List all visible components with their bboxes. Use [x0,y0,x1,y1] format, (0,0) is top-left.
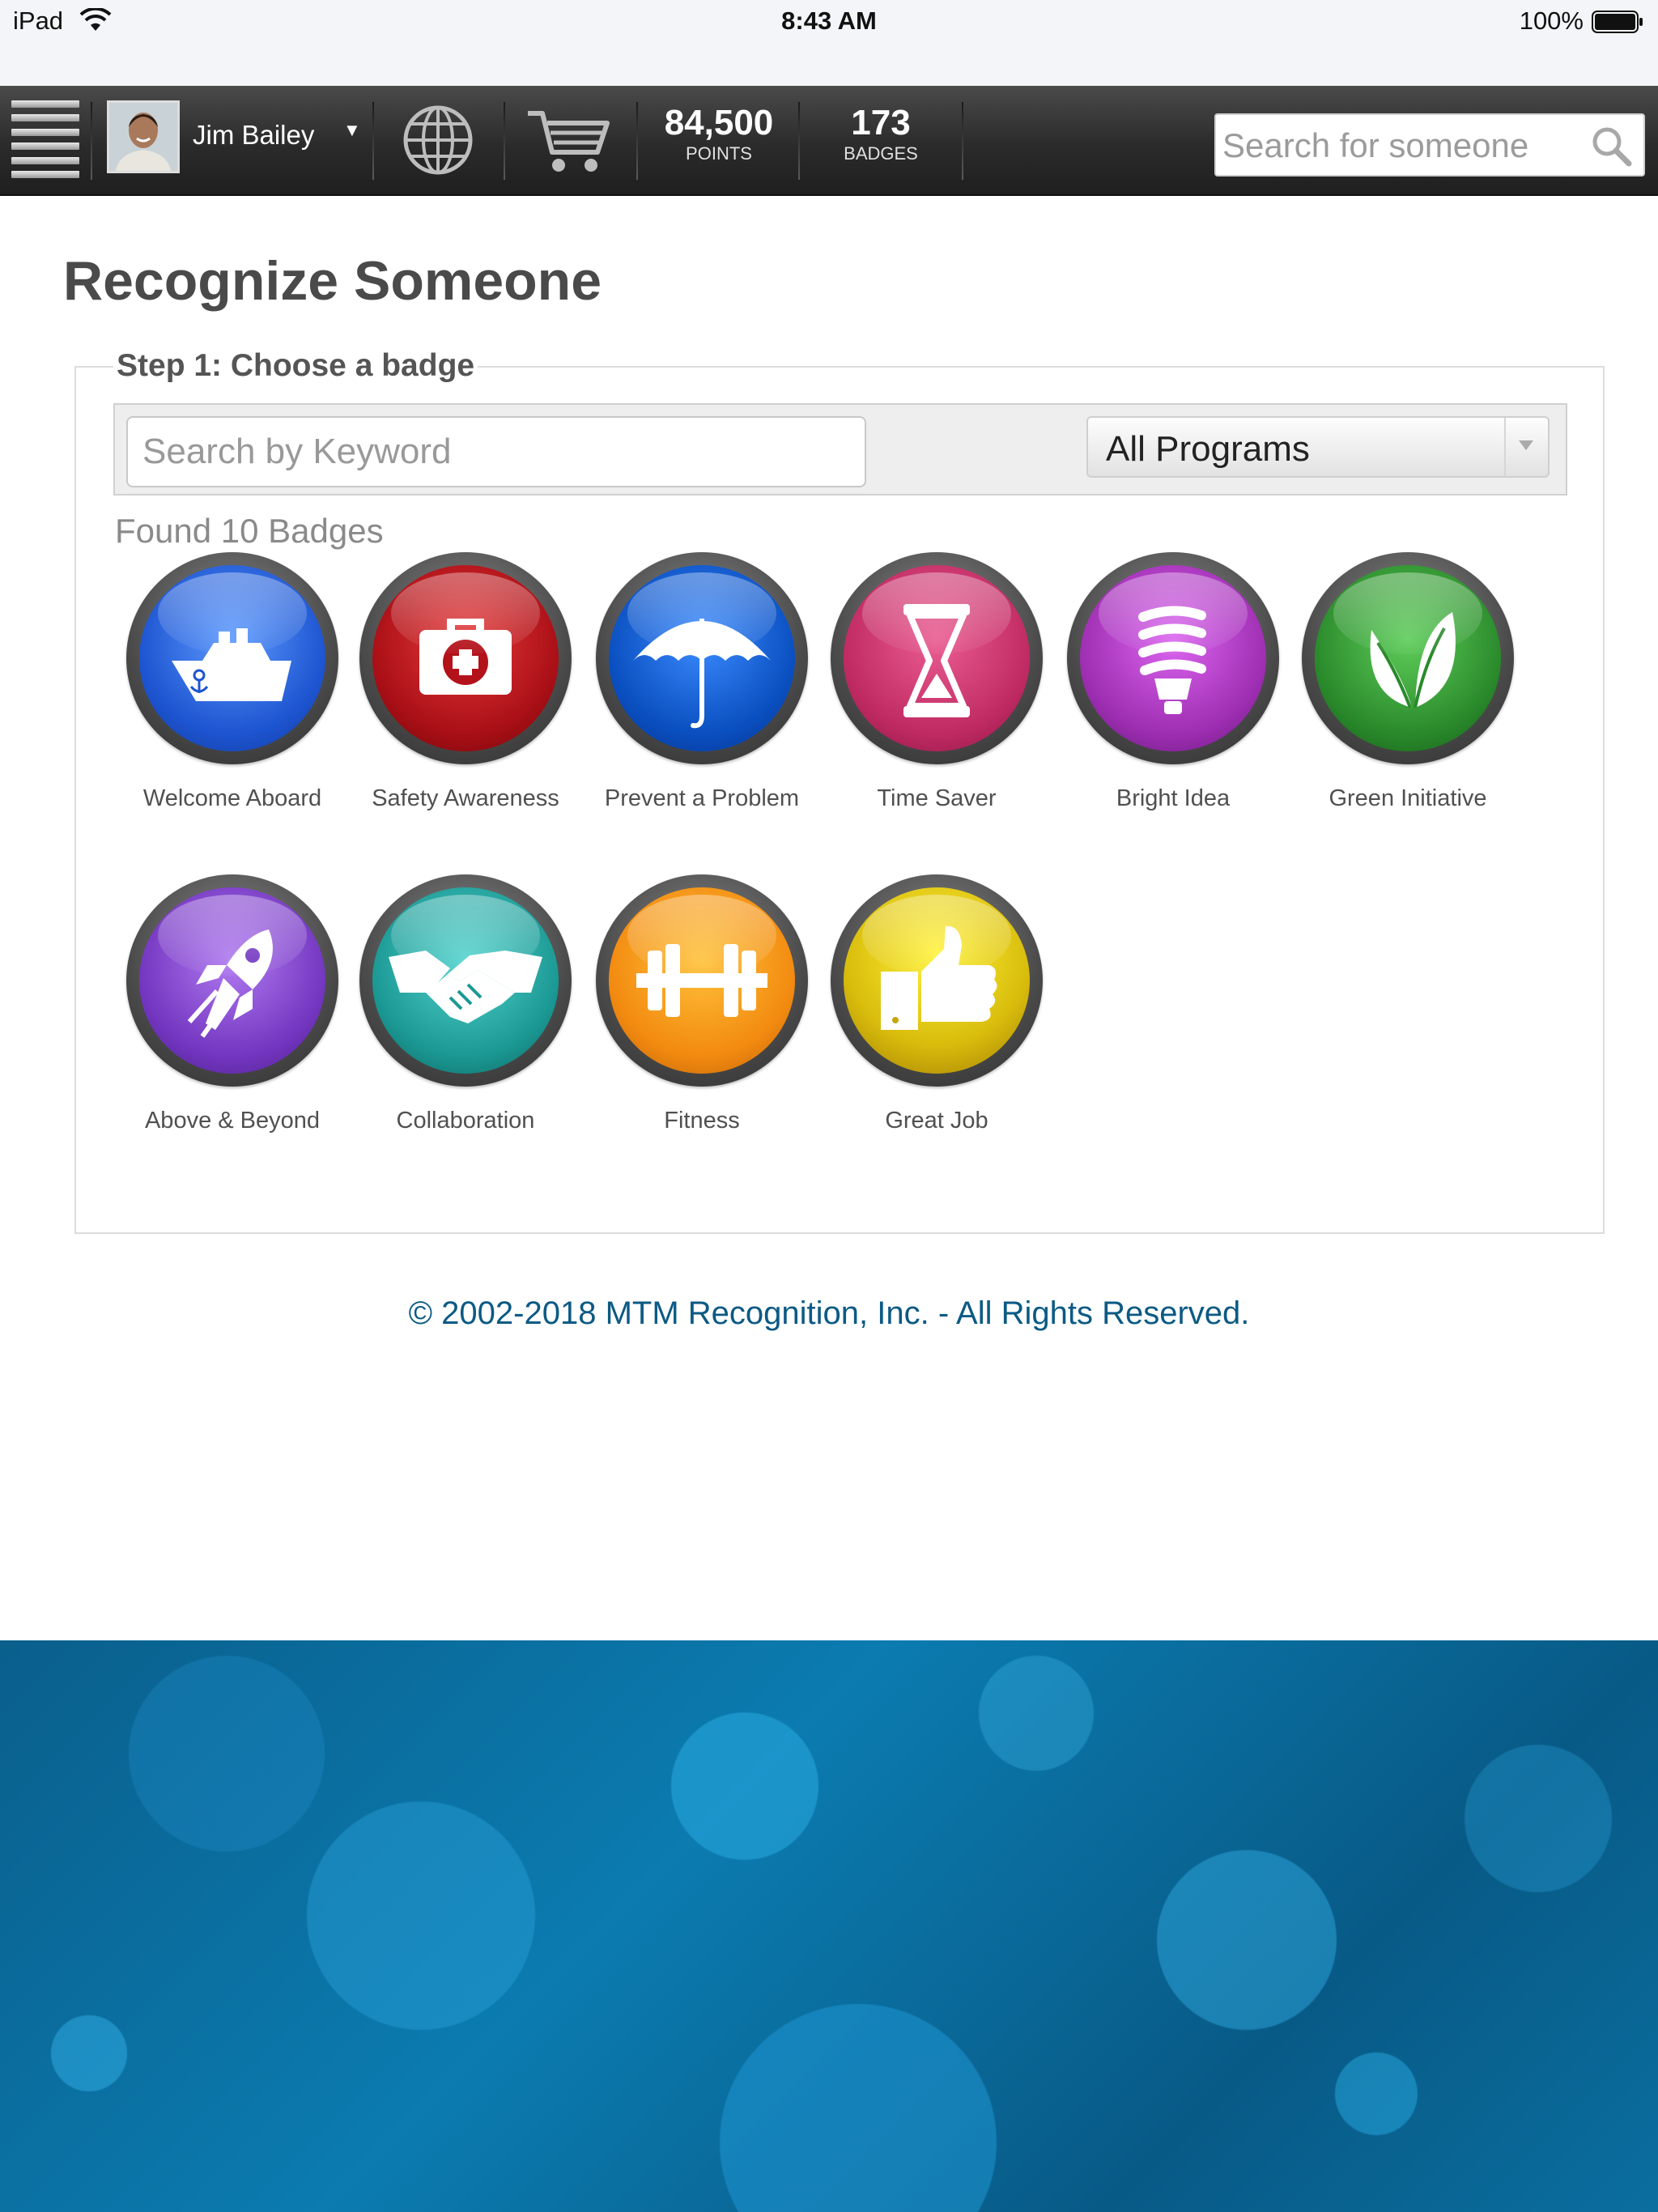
badge-name: Bright Idea [1116,785,1231,811]
badge-chooser: Step 1: Choose a badge All Programs Foun… [74,348,1605,1234]
handshake-icon [389,951,542,1023]
badge-above-and-beyond[interactable]: Above & Beyond [115,874,350,1134]
step-legend: Step 1: Choose a badge [113,348,478,384]
badge-name: Collaboration [396,1108,535,1134]
avatar [107,100,180,173]
badges-label: BADGES [844,143,918,164]
rocket-icon [187,929,273,1038]
badge-collaboration[interactable]: Collaboration [348,874,583,1134]
menu-icon[interactable] [11,100,79,178]
points-label: POINTS [686,143,752,164]
program-select[interactable]: All Programs [1086,416,1550,478]
badge-name: Fitness [664,1108,740,1134]
people-search-input[interactable] [1221,120,1580,172]
globe-icon[interactable] [402,104,474,177]
divider [962,102,963,180]
program-select-value: All Programs [1106,429,1310,469]
dropdown-arrow [1504,418,1548,476]
badge-name: Safety Awareness [372,785,559,811]
points-counter[interactable]: 84,500 POINTS [648,104,790,165]
badge-name: Great Job [885,1108,988,1134]
caret-down-icon: ▼ [343,120,361,140]
copyright-text: © 2002-2018 MTM Recognition, Inc. - All … [408,1295,1250,1331]
search-icon[interactable] [1590,125,1632,167]
badge-safety-awareness[interactable]: Safety Awareness [348,552,583,812]
badge-prevent-a-problem[interactable]: Prevent a Problem [585,552,819,812]
battery-percent: 100% [1519,6,1584,35]
battery-icon [1592,11,1643,33]
divider [798,102,800,180]
keyword-search-input[interactable] [126,416,866,487]
hourglass-icon [903,604,970,717]
points-value: 84,500 [664,103,774,143]
shopping-cart-icon[interactable] [526,107,610,175]
leaf-icon [1370,612,1456,708]
people-search-box [1214,113,1645,177]
badge-name: Green Initiative [1329,785,1487,811]
divider [636,102,638,180]
thumbs-up-icon [881,925,997,1030]
first-aid-kit-icon [419,619,512,695]
badge-name: Above & Beyond [144,1108,321,1134]
dumbbell-icon [636,944,767,1017]
user-name: Jim Bailey [193,120,315,150]
light-bulb-icon [1138,606,1206,714]
status-bar: iPad 8:43 AM 100% [0,0,1658,86]
badge-time-saver[interactable]: Time Saver [819,552,1054,812]
page-footer [0,1640,1658,2212]
badges-value: 173 [851,103,911,143]
divider [504,102,505,180]
badge-name: Time Saver [877,785,997,811]
badge-green-initiative[interactable]: Green Initiative [1290,552,1525,812]
badge-name: Prevent a Problem [604,785,800,811]
badge-welcome-aboard[interactable]: Welcome Aboard [115,552,350,812]
divider [372,102,374,180]
app-header: Jim Bailey ▼ 84,500 POINTS 173 BADGES [0,86,1658,196]
ship-icon [172,628,291,701]
divider [91,102,92,180]
badge-bright-idea[interactable]: Bright Idea [1056,552,1290,812]
page-title: Recognize Someone [63,250,602,312]
chevron-down-icon [1519,440,1533,450]
clock: 8:43 AM [781,6,877,35]
badge-filter-bar: All Programs [113,403,1567,496]
badge-great-job[interactable]: Great Job [819,874,1054,1134]
results-count: Found 10 Badges [115,512,384,550]
umbrella-icon [633,619,771,729]
badge-name: Welcome Aboard [142,785,322,811]
badges-counter[interactable]: 173 BADGES [810,104,952,165]
badge-fitness[interactable]: Fitness [585,874,819,1134]
